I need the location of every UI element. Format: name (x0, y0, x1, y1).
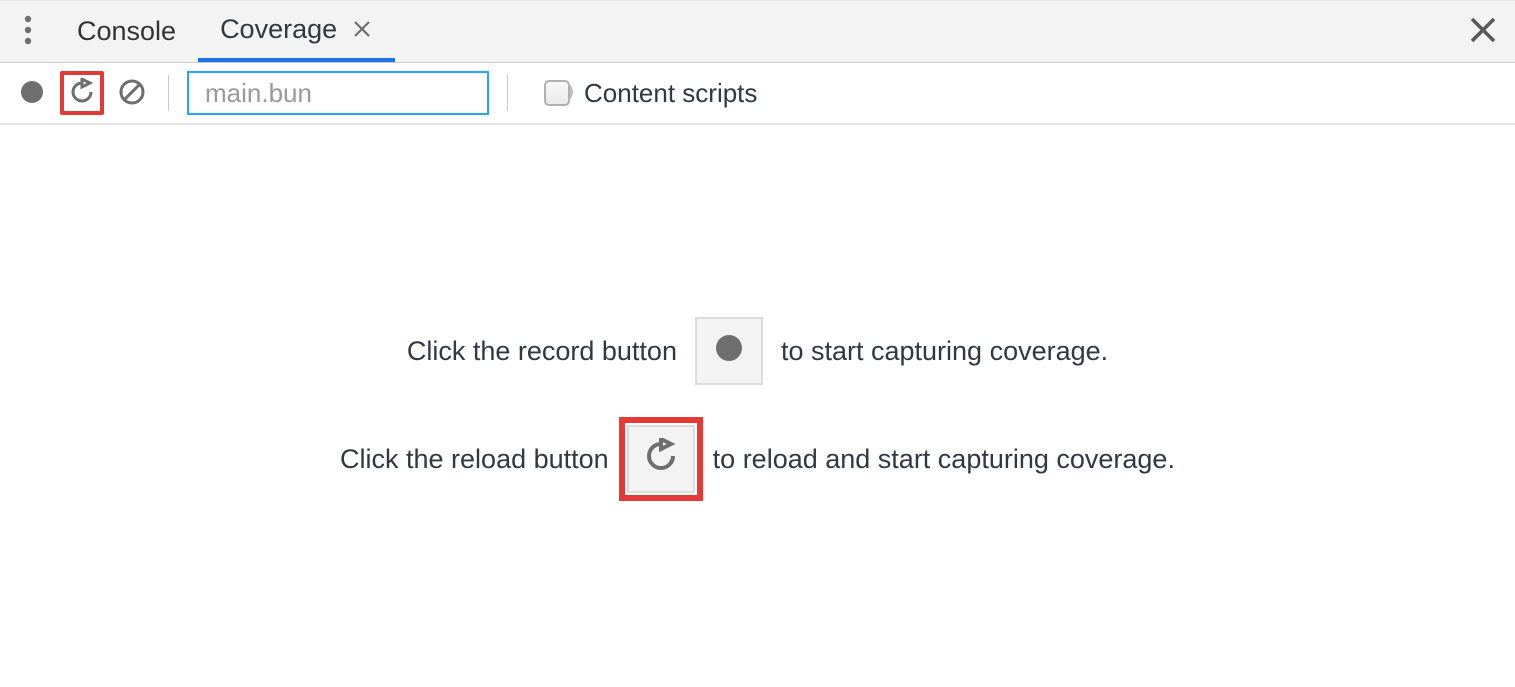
close-tab-button[interactable] (351, 19, 373, 41)
more-tabs-button[interactable] (0, 1, 55, 62)
close-icon (353, 14, 371, 45)
url-filter-input[interactable] (205, 78, 540, 109)
checkbox-label: Content scripts (584, 78, 757, 109)
drawer-tab-bar: Console Coverage (0, 0, 1515, 63)
hint-reload-row: Click the reload button to reload and st… (340, 425, 1175, 493)
toolbar-separator (168, 75, 169, 111)
tab-label: Console (77, 16, 176, 47)
coverage-empty-state: Click the record button to start capturi… (0, 125, 1515, 685)
tab-coverage[interactable]: Coverage (198, 1, 395, 62)
record-icon (713, 332, 745, 371)
clear-icon (118, 78, 146, 109)
close-icon (1469, 16, 1497, 47)
hint-record-button[interactable] (695, 317, 763, 385)
content-scripts-checkbox[interactable]: Content scripts (544, 78, 757, 109)
hint-text: Click the reload button (340, 444, 609, 475)
reload-icon (643, 438, 679, 481)
close-drawer-button[interactable] (1469, 1, 1497, 62)
hint-text: to start capturing coverage. (781, 336, 1108, 367)
record-button[interactable] (14, 75, 50, 111)
toolbar-separator (507, 75, 508, 111)
hint-reload-button[interactable] (627, 425, 695, 493)
tab-console[interactable]: Console (55, 1, 198, 62)
more-vertical-icon (24, 15, 32, 48)
hint-record-row: Click the record button to start capturi… (407, 317, 1108, 385)
reload-icon (68, 78, 96, 109)
record-icon (19, 79, 45, 108)
tab-label: Coverage (220, 14, 337, 45)
reload-button[interactable] (60, 71, 104, 115)
checkbox-icon (544, 80, 570, 106)
hint-text: to reload and start capturing coverage. (713, 444, 1175, 475)
coverage-toolbar: Content scripts (0, 63, 1515, 125)
clear-button[interactable] (114, 75, 150, 111)
hint-text: Click the record button (407, 336, 677, 367)
url-filter-field[interactable] (187, 71, 489, 115)
